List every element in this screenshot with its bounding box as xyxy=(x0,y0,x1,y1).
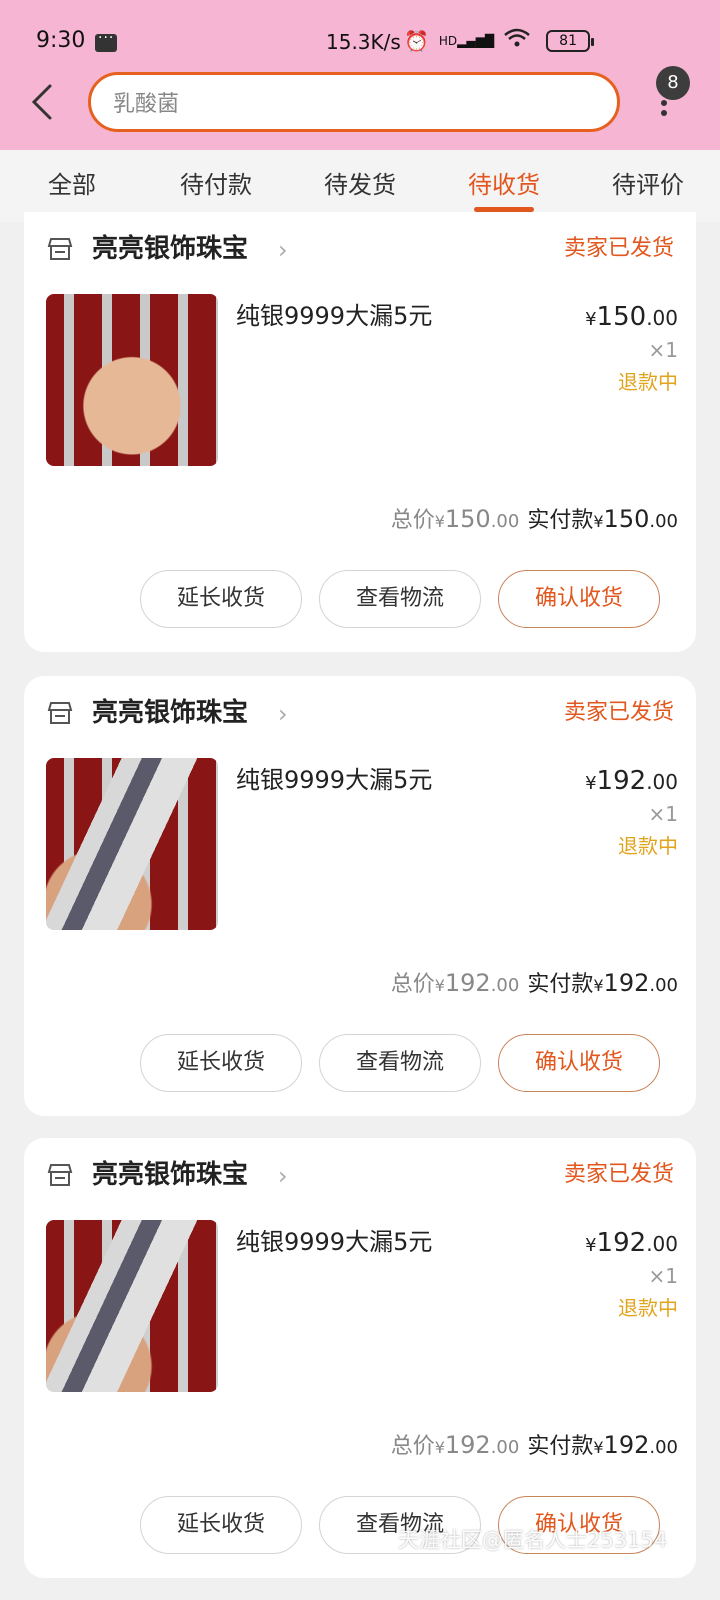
confirm-receipt-button[interactable]: 确认收货 xyxy=(498,1034,660,1092)
price-part: .00 xyxy=(490,1437,520,1458)
shop-name[interactable]: 亮亮银饰珠宝 xyxy=(92,228,248,265)
paid-label: 实付款 xyxy=(527,972,594,997)
refund-status: 退款中 xyxy=(618,1296,678,1320)
product-image[interactable] xyxy=(46,1220,218,1392)
order-card[interactable]: 亮亮银饰珠宝 › 卖家已发货 纯银9999大漏5元 ¥192.00 ×1 退款中 总价¥192… xyxy=(24,676,696,1116)
price-part: ¥192.00 xyxy=(434,969,520,997)
price-part: ¥192.00 xyxy=(434,1431,520,1459)
more-dots-icon xyxy=(660,96,668,116)
shop-icon xyxy=(47,1164,73,1186)
status-time: 9:30 xyxy=(36,28,86,53)
status-bar: 9:30 15.3K/s ⏰ HD▂▄▆█ 81 xyxy=(0,0,720,72)
price-part: ¥150.00 xyxy=(434,505,520,533)
extend-receipt-button[interactable]: 延长收货 xyxy=(140,570,302,628)
total-price: 192 xyxy=(444,969,491,997)
view-logistics-button[interactable]: 查看物流 xyxy=(319,570,481,628)
product-title[interactable]: 纯银9999大漏5元 xyxy=(236,760,432,795)
paid-label: 实付款 xyxy=(527,1434,594,1459)
product-image[interactable] xyxy=(46,758,218,930)
notification-badge: 8 xyxy=(656,66,690,100)
order-status: 卖家已发货 xyxy=(563,236,674,261)
product-title[interactable]: 纯银9999大漏5元 xyxy=(236,296,432,331)
shop-name[interactable]: 亮亮银饰珠宝 xyxy=(92,1154,248,1191)
top-bar: 9:30 15.3K/s ⏰ HD▂▄▆█ 81 乳酸菌 8 xyxy=(0,0,720,150)
confirm-receipt-button[interactable]: 确认收货 xyxy=(498,570,660,628)
shop-icon xyxy=(47,238,73,260)
price-part: 192 xyxy=(596,1228,647,1258)
price-part: .00 xyxy=(649,511,678,532)
order-status: 卖家已发货 xyxy=(563,1162,674,1187)
paid-amount: 150 xyxy=(603,505,650,533)
alarm-icon: ⏰ xyxy=(404,28,429,53)
paid-amount: 192 xyxy=(603,1431,650,1459)
chevron-left-icon xyxy=(31,84,52,120)
order-totals: 总价¥150.00 实付款¥150.00 xyxy=(391,502,678,534)
price-part: ¥ xyxy=(585,773,597,794)
price-part: HD xyxy=(438,33,458,48)
order-totals: 总价¥192.00 实付款¥192.00 xyxy=(391,966,678,998)
refund-status: 退款中 xyxy=(618,834,678,858)
price-part: ¥ xyxy=(434,512,445,531)
order-card[interactable]: 亮亮银饰珠宝 › 卖家已发货 纯银9999大漏5元 ¥192.00 ×1 退款中 总价¥192… xyxy=(24,1138,696,1578)
status-icons: ⏰ HD▂▄▆█ 81 xyxy=(404,28,595,53)
chevron-right-icon: › xyxy=(278,1162,288,1190)
unit-price: ¥192.00 xyxy=(585,766,678,796)
view-logistics-button[interactable]: 查看物流 xyxy=(319,1034,481,1092)
wifi-icon xyxy=(504,28,530,53)
price-part: ¥ xyxy=(434,976,445,995)
extend-receipt-button[interactable]: 延长收货 xyxy=(140,1034,302,1092)
product-title[interactable]: 纯银9999大漏5元 xyxy=(236,1222,432,1257)
price-part: ¥ xyxy=(585,1235,597,1256)
back-button[interactable] xyxy=(24,82,60,122)
order-totals: 总价¥192.00 实付款¥192.00 xyxy=(391,1428,678,1460)
total-label: 总价 xyxy=(390,508,435,533)
total-price: 192 xyxy=(444,1431,491,1459)
network-speed: 15.3K/s xyxy=(326,30,401,54)
price-part: .00 xyxy=(646,1232,678,1256)
total-label: 总价 xyxy=(390,1434,435,1459)
price-part: ¥ xyxy=(585,309,597,330)
search-input[interactable]: 乳酸菌 xyxy=(88,72,620,132)
paid-amount: 192 xyxy=(603,969,650,997)
order-card[interactable]: 亮亮银饰珠宝 › 卖家已发货 纯银9999大漏5元 ¥150.00 ×1 退款中 总价¥150… xyxy=(24,212,696,652)
price-part: ¥192.00 xyxy=(593,1431,678,1459)
price-part: .00 xyxy=(649,1437,678,1458)
extend-receipt-button[interactable]: 延长收货 xyxy=(140,1496,302,1554)
price-part: 150 xyxy=(596,302,647,332)
total-price: 150 xyxy=(444,505,491,533)
price-part: .00 xyxy=(649,975,678,996)
battery-icon: 81 xyxy=(546,29,595,52)
price-part: ¥ xyxy=(434,1438,445,1457)
price-part: .00 xyxy=(646,306,678,330)
search-text: 乳酸菌 xyxy=(113,92,180,117)
unit-price: ¥192.00 xyxy=(585,1228,678,1258)
quantity: ×1 xyxy=(648,338,678,362)
price-part: ¥192.00 xyxy=(593,969,678,997)
price-part: ¥ xyxy=(593,512,604,531)
price-part: .00 xyxy=(490,511,520,532)
quantity: ×1 xyxy=(648,1264,678,1288)
shop-icon xyxy=(47,702,73,724)
price-part: ¥150.00 xyxy=(593,505,678,533)
price-part: .00 xyxy=(646,770,678,794)
chevron-right-icon: › xyxy=(278,700,288,728)
signal-icon: HD▂▄▆█ xyxy=(438,33,495,48)
product-image[interactable] xyxy=(46,294,218,466)
watermark: 天涯社区@匿名人士253154 xyxy=(398,1528,668,1552)
price-part: ¥ xyxy=(593,976,604,995)
quantity: ×1 xyxy=(648,802,678,826)
paid-label: 实付款 xyxy=(527,508,594,533)
total-label: 总价 xyxy=(390,972,435,997)
price-part: 192 xyxy=(596,766,647,796)
message-notification-icon xyxy=(95,26,117,52)
chevron-right-icon: › xyxy=(278,236,288,264)
unit-price: ¥150.00 xyxy=(585,302,678,332)
order-status: 卖家已发货 xyxy=(563,700,674,725)
refund-status: 退款中 xyxy=(618,370,678,394)
price-part: ¥ xyxy=(593,1438,604,1457)
shop-name[interactable]: 亮亮银饰珠宝 xyxy=(92,692,248,729)
price-part: .00 xyxy=(490,975,520,996)
